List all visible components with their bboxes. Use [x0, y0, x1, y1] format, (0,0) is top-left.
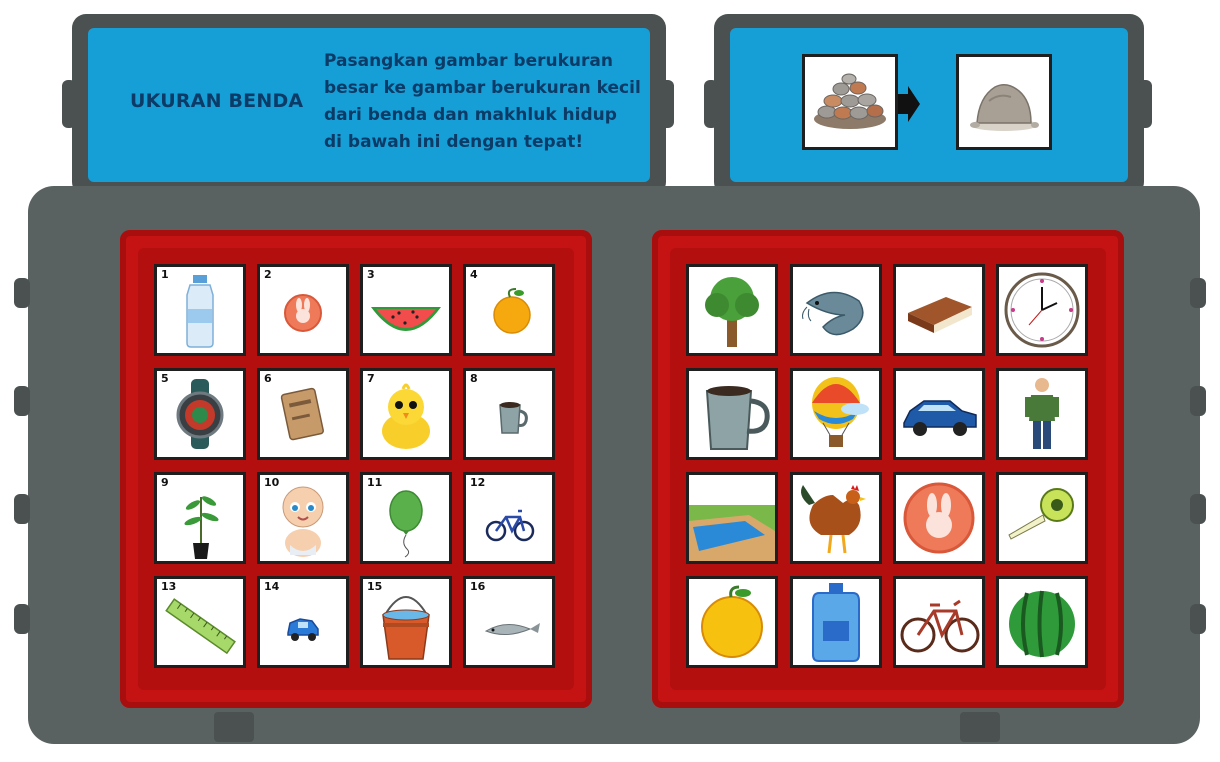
big-item-card[interactable] — [790, 576, 882, 668]
small-bicycle-icon — [485, 509, 535, 542]
small-item-card[interactable]: 2 — [257, 264, 349, 356]
big-item-card[interactable] — [996, 368, 1088, 460]
small-item-card[interactable]: 7 — [360, 368, 452, 460]
small-item-card[interactable]: 1 — [154, 264, 246, 356]
mug-icon — [705, 386, 770, 450]
big-item-card[interactable] — [686, 264, 778, 356]
page-title: UKURAN BENDA — [130, 90, 304, 112]
book-icon — [908, 297, 972, 333]
example-tab-left — [704, 80, 718, 128]
board-knob — [1190, 386, 1206, 416]
board-knob — [14, 278, 30, 308]
water-bottle-icon — [186, 275, 214, 348]
board-knob — [14, 494, 30, 524]
man-icon — [1025, 378, 1059, 449]
tree-icon — [705, 277, 759, 347]
big-item-card[interactable] — [893, 472, 985, 564]
toy-car-icon — [287, 618, 319, 641]
small-cup-icon — [499, 402, 528, 434]
example-panel — [730, 28, 1128, 182]
big-item-card[interactable] — [996, 264, 1088, 356]
big-item-card[interactable] — [790, 472, 882, 564]
watermelon-icon — [1009, 590, 1075, 658]
hot-air-balloon-icon — [812, 377, 869, 447]
small-item-card[interactable]: 11 — [360, 472, 452, 564]
instruction-line: di bawah ini dengan tepat! — [324, 132, 584, 152]
catfish-icon — [802, 291, 864, 336]
board-knob — [14, 604, 30, 634]
bunny-button-icon — [284, 294, 322, 332]
swimming-pool-icon — [689, 505, 775, 561]
wristwatch-icon — [176, 379, 224, 449]
small-item-card[interactable]: 3 — [360, 264, 452, 356]
balloon-icon — [389, 490, 423, 558]
example-small-card — [956, 54, 1052, 150]
big-bunny-button-icon — [903, 482, 975, 554]
small-item-card[interactable]: 15 — [360, 576, 452, 668]
small-item-card[interactable]: 9 — [154, 472, 246, 564]
instruction-text: Pasangkan gambar berukuran besar ke gamb… — [324, 48, 644, 156]
big-item-card[interactable] — [893, 368, 985, 460]
watermelon-slice-icon — [371, 307, 441, 331]
baby-icon — [282, 486, 324, 557]
small-item-card[interactable]: 16 — [463, 576, 555, 668]
header-tab-left — [62, 80, 76, 128]
chick-icon — [382, 383, 430, 449]
big-item-card[interactable] — [996, 472, 1088, 564]
big-item-card[interactable] — [893, 264, 985, 356]
rooster-icon — [801, 485, 866, 554]
instruction-line: dari benda dan makhluk hidup — [324, 105, 617, 125]
instruction-line: Pasangkan gambar berukuran — [324, 51, 613, 71]
diary-icon — [280, 387, 324, 441]
big-item-card[interactable] — [790, 368, 882, 460]
seedling-icon — [184, 496, 219, 559]
small-item-card[interactable]: 8 — [463, 368, 555, 460]
tape-measure-icon — [1008, 488, 1074, 540]
bicycle-icon — [900, 599, 980, 653]
wall-clock-icon — [1004, 272, 1080, 348]
big-item-card[interactable] — [686, 472, 778, 564]
big-item-card[interactable] — [686, 576, 778, 668]
board-knob — [14, 386, 30, 416]
big-item-card[interactable] — [893, 576, 985, 668]
orange-icon — [493, 288, 531, 334]
example-big-card — [802, 54, 898, 150]
arrow-right-icon — [898, 86, 920, 122]
small-item-card[interactable]: 12 — [463, 472, 555, 564]
big-item-card[interactable] — [790, 264, 882, 356]
car-icon — [903, 400, 977, 436]
small-item-card[interactable]: 4 — [463, 264, 555, 356]
example-tab-right — [1138, 80, 1152, 128]
ruler-icon — [165, 598, 236, 655]
board-knob — [1190, 494, 1206, 524]
small-item-card[interactable]: 6 — [257, 368, 349, 460]
small-fish-icon — [484, 623, 540, 635]
small-item-card[interactable]: 10 — [257, 472, 349, 564]
header-tab-right — [660, 80, 674, 128]
board-knob — [1190, 604, 1206, 634]
bucket-icon — [382, 596, 430, 660]
water-gallon-icon — [812, 583, 860, 662]
board-knob — [1190, 278, 1206, 308]
board-foot — [214, 712, 254, 742]
board-foot — [960, 712, 1000, 742]
small-item-card[interactable]: 5 — [154, 368, 246, 460]
instruction-line: besar ke gambar berukuran kecil — [324, 78, 641, 98]
rock-icon — [970, 84, 1039, 131]
big-item-card[interactable] — [996, 576, 1088, 668]
small-item-card[interactable]: 13 — [154, 576, 246, 668]
small-item-card[interactable]: 14 — [257, 576, 349, 668]
big-orange-icon — [701, 585, 763, 658]
stone-pile-icon — [814, 73, 886, 129]
big-item-card[interactable] — [686, 368, 778, 460]
